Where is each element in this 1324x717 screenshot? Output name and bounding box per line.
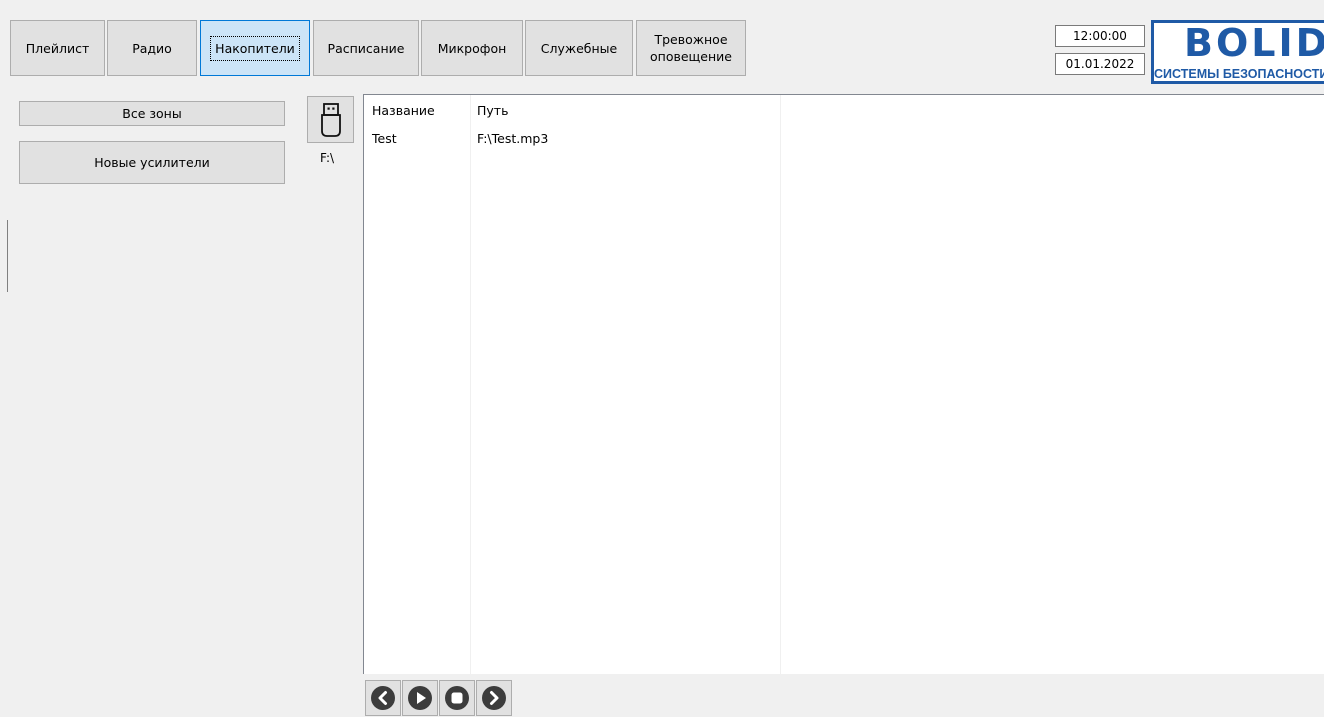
tab-schedule[interactable]: Расписание [313, 20, 419, 76]
left-edge-divider [7, 220, 8, 292]
date-display: 01.01.2022 [1055, 53, 1145, 75]
column-separator [780, 95, 781, 674]
file-row-path[interactable]: F:\Test.mp3 [477, 131, 548, 146]
tab-microphone[interactable]: Микрофон [421, 20, 523, 76]
time-display: 12:00:00 [1055, 25, 1145, 47]
file-list[interactable]: Название Путь Test F:\Test.mp3 [363, 94, 1324, 674]
play-icon [408, 686, 432, 710]
drive-label: F:\ [320, 151, 335, 165]
column-header-path[interactable]: Путь [477, 103, 508, 118]
usb-drive-button[interactable] [307, 96, 354, 143]
next-button[interactable] [476, 680, 512, 716]
next-icon [482, 686, 506, 710]
stop-icon [445, 686, 469, 710]
logo-subtitle: СИСТЕМЫ БЕЗОПАСНОСТИ [1154, 67, 1324, 81]
tab-alarm-notification[interactable]: Тревожное оповещение [636, 20, 746, 76]
column-separator [470, 95, 471, 674]
tab-service[interactable]: Служебные [525, 20, 633, 76]
bolid-logo: BOLID СИСТЕМЫ БЕЗОПАСНОСТИ [1151, 20, 1324, 84]
stop-button[interactable] [439, 680, 475, 716]
previous-icon [371, 686, 395, 710]
usb-flash-drive-icon [320, 102, 341, 137]
file-row-name[interactable]: Test [372, 131, 397, 146]
column-header-name[interactable]: Название [372, 103, 435, 118]
previous-button[interactable] [365, 680, 401, 716]
all-zones-button[interactable]: Все зоны [19, 101, 285, 126]
play-button[interactable] [402, 680, 438, 716]
logo-wordmark: BOLID [1184, 21, 1324, 65]
tab-playlist[interactable]: Плейлист [10, 20, 105, 76]
tab-storage[interactable]: Накопители [200, 20, 310, 76]
new-amplifiers-button[interactable]: Новые усилители [19, 141, 285, 184]
tab-radio[interactable]: Радио [107, 20, 197, 76]
